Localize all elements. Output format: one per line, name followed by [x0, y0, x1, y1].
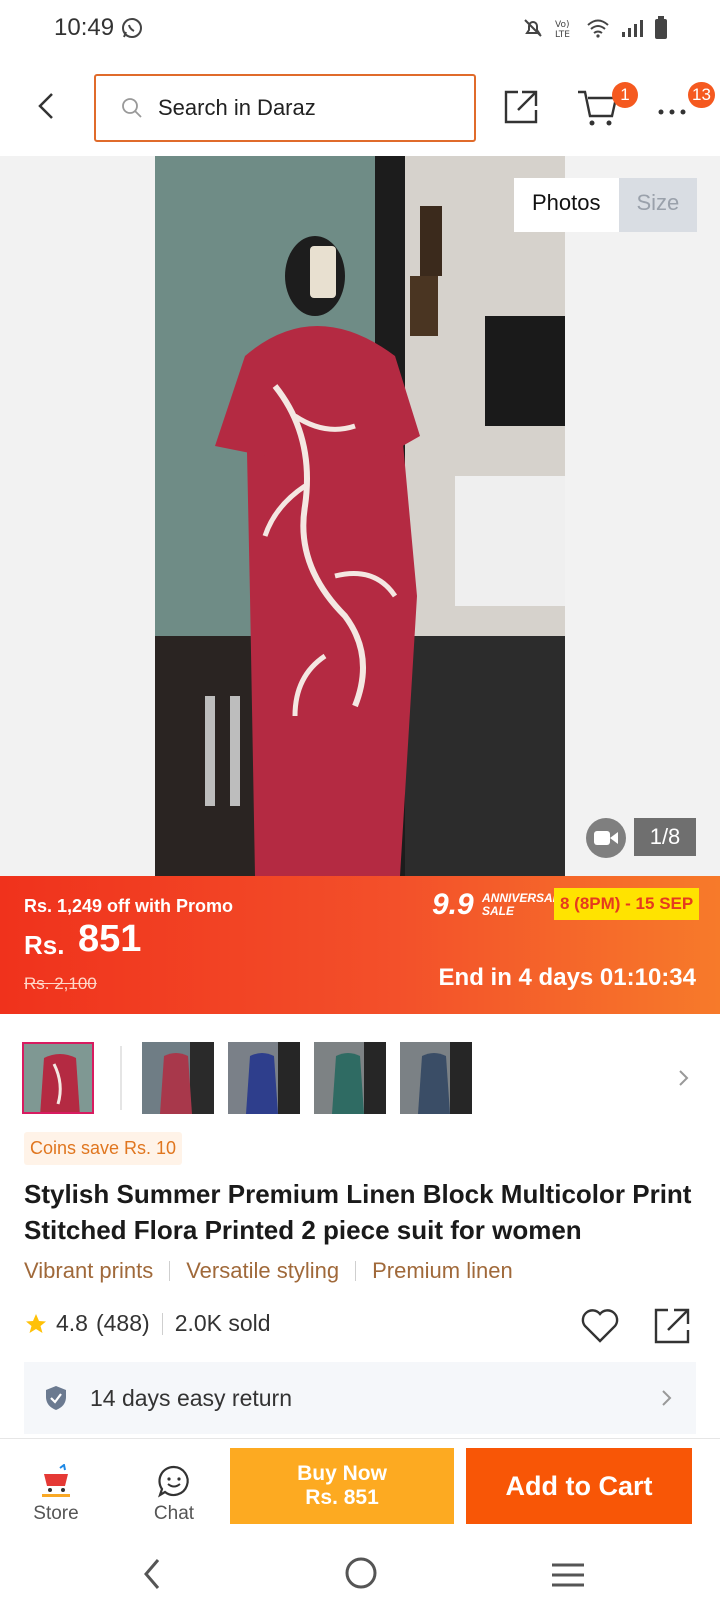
- home-circle-icon: [345, 1557, 377, 1589]
- campaign-dates: 8 (8PM) - 15 SEP: [554, 888, 700, 920]
- buy-now-label: Buy Now: [297, 1462, 387, 1485]
- whatsapp-icon: [120, 16, 144, 45]
- image-counter: 1/8: [634, 818, 696, 856]
- shield-check-icon: [46, 1386, 66, 1410]
- signal-icon: [622, 20, 643, 37]
- mute-icon: [524, 19, 542, 37]
- thumbnail-next-button[interactable]: [676, 1068, 692, 1093]
- store-button[interactable]: Store: [30, 1463, 82, 1525]
- search-input[interactable]: Search in Daraz: [94, 74, 476, 142]
- tag-item: Premium linen: [372, 1258, 513, 1283]
- share-icon: [654, 1308, 690, 1344]
- chat-label: Chat: [153, 1503, 195, 1524]
- video-button[interactable]: [586, 818, 626, 858]
- chat-button[interactable]: Chat: [146, 1464, 202, 1525]
- status-time: 10:49: [54, 14, 115, 41]
- campaign-logo: 9.9: [432, 888, 474, 921]
- system-home-button[interactable]: [344, 1556, 378, 1595]
- chevron-left-icon: [144, 1559, 160, 1589]
- cart-count-badge: 1: [612, 82, 638, 108]
- store-logo-icon: [42, 1463, 70, 1497]
- chevron-right-icon: [679, 1070, 689, 1086]
- thumbnail[interactable]: [228, 1042, 300, 1114]
- product-tags: Vibrant prints Versatile styling Premium…: [24, 1258, 513, 1284]
- rating-count: (488): [95, 1310, 150, 1336]
- tag-item: Versatile styling: [186, 1258, 340, 1283]
- star-icon: [26, 1313, 46, 1333]
- chevron-left-icon: [38, 93, 53, 119]
- sold-count: 2.0K sold: [174, 1310, 271, 1336]
- system-back-button[interactable]: [138, 1556, 168, 1597]
- tag-divider: [355, 1261, 357, 1281]
- rating-row[interactable]: 4.8 (488) 2.0K sold: [24, 1310, 271, 1337]
- thumbnail[interactable]: [400, 1042, 472, 1114]
- return-policy-row[interactable]: 14 days easy return: [24, 1362, 696, 1434]
- search-placeholder: Search in Daraz: [158, 95, 316, 120]
- thumbnail-divider: [120, 1046, 122, 1110]
- current-price: 851: [78, 918, 142, 960]
- wishlist-button[interactable]: [580, 1308, 620, 1349]
- return-policy-text: 14 days easy return: [90, 1384, 293, 1411]
- chevron-right-icon: [660, 1388, 674, 1413]
- system-recents-button[interactable]: [550, 1562, 586, 1593]
- gallery-tabs: Photos Size: [514, 178, 698, 232]
- wifi-icon: [587, 19, 609, 38]
- share-product-button[interactable]: [652, 1306, 692, 1351]
- product-photo[interactable]: [155, 156, 565, 876]
- thumbnail[interactable]: [314, 1042, 386, 1114]
- thumbnail[interactable]: [142, 1042, 214, 1114]
- product-title: Stylish Summer Premium Linen Block Multi…: [24, 1179, 692, 1245]
- original-price: Rs. 2,100: [24, 974, 97, 993]
- svg-text:LTE: LTE: [555, 30, 570, 39]
- buy-now-button[interactable]: Buy Now Rs. 851: [230, 1448, 454, 1524]
- heart-icon: [581, 1309, 619, 1343]
- video-camera-icon: [594, 831, 618, 845]
- rating-divider: [161, 1312, 163, 1335]
- search-icon: [122, 98, 142, 118]
- volte-icon: Vo)LTE: [555, 20, 570, 39]
- buy-now-price: Rs. 851: [305, 1486, 379, 1509]
- status-icons: Vo) LTE: [522, 16, 668, 40]
- menu-icon: [552, 1563, 584, 1587]
- share-button[interactable]: [502, 88, 540, 131]
- rating-value: 4.8: [56, 1310, 88, 1336]
- more-icon: [658, 109, 686, 115]
- tab-photos[interactable]: Photos: [514, 178, 619, 232]
- back-button[interactable]: [30, 88, 66, 124]
- svg-text:Vo): Vo): [555, 20, 569, 30]
- tag-item: Vibrant prints: [24, 1258, 154, 1283]
- chat-icon: [158, 1465, 189, 1498]
- battery-icon: [655, 16, 667, 39]
- promo-discount-text: Rs. 1,249 off with Promo: [24, 896, 234, 916]
- countdown-timer: End in 4 days 01:10:34: [438, 964, 696, 991]
- price-currency: Rs.: [24, 930, 65, 960]
- thumbnail[interactable]: [22, 1042, 94, 1114]
- notification-count-badge: 13: [688, 82, 715, 108]
- share-icon: [504, 90, 538, 124]
- tag-divider: [169, 1261, 171, 1281]
- tab-size[interactable]: Size: [618, 178, 698, 232]
- coins-badge: Coins save Rs. 10: [24, 1132, 183, 1165]
- more-button[interactable]: [656, 92, 690, 127]
- store-label: Store: [33, 1503, 79, 1524]
- add-to-cart-button[interactable]: Add to Cart: [466, 1448, 692, 1524]
